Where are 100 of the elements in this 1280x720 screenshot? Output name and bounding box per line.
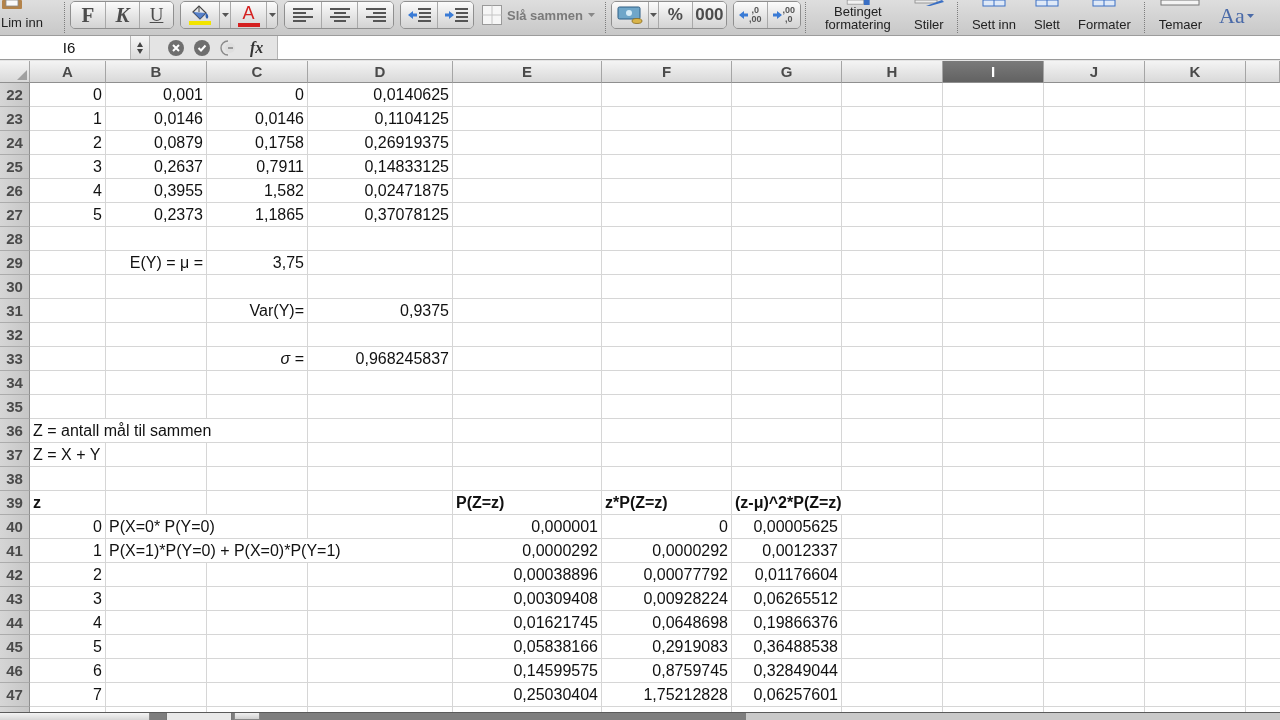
number-format-button[interactable] — [611, 2, 648, 28]
cell-value: 0,2919083 — [652, 637, 728, 657]
column-header[interactable]: G — [732, 61, 842, 83]
font-color-button[interactable]: A — [230, 2, 266, 28]
fill-color-button[interactable] — [181, 2, 219, 28]
row-header[interactable]: 33 — [0, 347, 30, 371]
dropdown-button[interactable] — [219, 2, 230, 28]
ribbon-command-button[interactable]: Sett inn — [962, 0, 1025, 35]
row-header[interactable]: 26 — [0, 179, 30, 203]
align-center-button[interactable] — [321, 2, 357, 28]
row-header[interactable]: 35 — [0, 395, 30, 419]
row-header[interactable]: 24 — [0, 131, 30, 155]
column-header[interactable]: E — [453, 61, 602, 83]
row-header[interactable]: 36 — [0, 419, 30, 443]
decrease-decimal-button[interactable]: ,00 ,0 — [766, 2, 800, 28]
formula-builder-button[interactable] — [220, 39, 236, 56]
theme-fonts-button[interactable]: Aa — [1219, 0, 1254, 32]
cell-value: 0,2373 — [154, 205, 203, 225]
row-header[interactable]: 45 — [0, 635, 30, 659]
bold-button[interactable]: F — [71, 2, 105, 28]
row-header[interactable]: 27 — [0, 203, 30, 227]
table-icon — [981, 0, 1006, 7]
cell-value: 0,00077792 — [643, 565, 728, 585]
row-header[interactable]: 37 — [0, 443, 30, 467]
row-header[interactable]: 46 — [0, 659, 30, 683]
column-header[interactable]: C — [207, 61, 308, 83]
cell-value: 0,14833125 — [364, 157, 449, 177]
row-header[interactable]: 22 — [0, 83, 30, 107]
paste-button[interactable]: Lim inn — [0, 0, 60, 35]
row-header[interactable]: 42 — [0, 563, 30, 587]
row-header[interactable]: 23 — [0, 107, 30, 131]
add-sheet-button[interactable] — [234, 713, 260, 720]
table-icon — [1092, 0, 1117, 7]
cell-value: 0,00928224 — [643, 589, 728, 609]
row-header[interactable]: 41 — [0, 539, 30, 563]
enter-button[interactable] — [194, 39, 210, 56]
outdent-icon — [407, 8, 431, 22]
horizontal-scrollbar[interactable] — [746, 713, 1280, 720]
increase-decimal-button[interactable]: ,0 ,00 — [733, 2, 767, 28]
stepper-button[interactable] — [131, 36, 150, 59]
cell-value: 0,0000292 — [522, 541, 598, 561]
cell-value: 0,01176604 — [754, 565, 838, 585]
row-header[interactable]: 30 — [0, 275, 30, 299]
table-heading: (z-μ)^2*P(Z=z) — [735, 491, 842, 514]
cell-value: 1,1865 — [255, 205, 304, 225]
cancel-button[interactable] — [168, 39, 184, 56]
row-header[interactable]: 32 — [0, 323, 30, 347]
column-header[interactable]: K — [1145, 61, 1246, 83]
row-header[interactable]: 25 — [0, 155, 30, 179]
cell-value: 3 — [93, 157, 102, 177]
cell-value: 0,001 — [162, 85, 203, 105]
italic-button[interactable]: K — [105, 2, 139, 28]
cell-value: 0,9375 — [400, 301, 449, 321]
row-header[interactable]: 29 — [0, 251, 30, 275]
ribbon-command-button[interactable]: Temaer — [1149, 0, 1212, 35]
row-header[interactable]: 38 — [0, 467, 30, 491]
column-header[interactable] — [1246, 61, 1280, 83]
column-header[interactable]: F — [602, 61, 732, 83]
sheet-tab[interactable] — [166, 713, 232, 720]
decrease-indent-button[interactable] — [401, 2, 437, 28]
column-header[interactable]: J — [1044, 61, 1145, 83]
row-header[interactable]: 40 — [0, 515, 30, 539]
cell-text: P(X=1)*P(Y=0) + P(X=0)*P(Y=1) — [109, 539, 341, 562]
number-style-button[interactable]: 000 — [691, 2, 726, 28]
row-header[interactable]: 28 — [0, 227, 30, 251]
row-header[interactable]: 47 — [0, 683, 30, 707]
row-header[interactable]: 34 — [0, 371, 30, 395]
insert-function-button[interactable]: fx — [250, 38, 264, 57]
name-box[interactable]: I6 — [0, 36, 131, 59]
ribbon-command-button[interactable]: Betinget formatering — [810, 0, 905, 35]
cell-value: 0 — [93, 85, 102, 105]
align-right-button[interactable] — [357, 2, 393, 28]
ribbon-command-button[interactable]: Stiler — [904, 0, 953, 35]
merge-button[interactable]: Slå sammen — [480, 0, 601, 30]
column-header[interactable]: A — [30, 61, 106, 83]
row-header[interactable]: 43 — [0, 587, 30, 611]
caret-icon — [221, 13, 229, 17]
ribbon-command-button[interactable]: Formater — [1069, 0, 1140, 35]
column-header[interactable]: I — [943, 61, 1044, 83]
column-header[interactable]: D — [308, 61, 453, 83]
banknote-icon — [616, 6, 643, 24]
row-header[interactable]: 44 — [0, 611, 30, 635]
cell-value: 1 — [93, 541, 102, 561]
formula-input[interactable] — [277, 36, 1280, 59]
select-all-button[interactable] — [0, 61, 30, 83]
column-header[interactable]: H — [842, 61, 943, 83]
underline-button[interactable]: U — [139, 2, 173, 28]
row-header[interactable]: 39 — [0, 491, 30, 515]
column-header[interactable]: B — [106, 61, 207, 83]
dropdown-button[interactable] — [647, 2, 658, 28]
ribbon-command-button[interactable]: Slett — [1024, 0, 1069, 35]
align-left-icon — [293, 8, 313, 22]
number-style-button[interactable]: % — [657, 2, 692, 28]
cell-value: 2 — [93, 133, 102, 153]
align-left-button[interactable] — [285, 2, 321, 28]
row-header[interactable]: 31 — [0, 299, 30, 323]
dropdown-button[interactable] — [266, 2, 277, 28]
cell-value: 5 — [93, 637, 102, 657]
increase-indent-button[interactable] — [437, 2, 473, 28]
cell-value: 0,00005625 — [753, 517, 838, 537]
